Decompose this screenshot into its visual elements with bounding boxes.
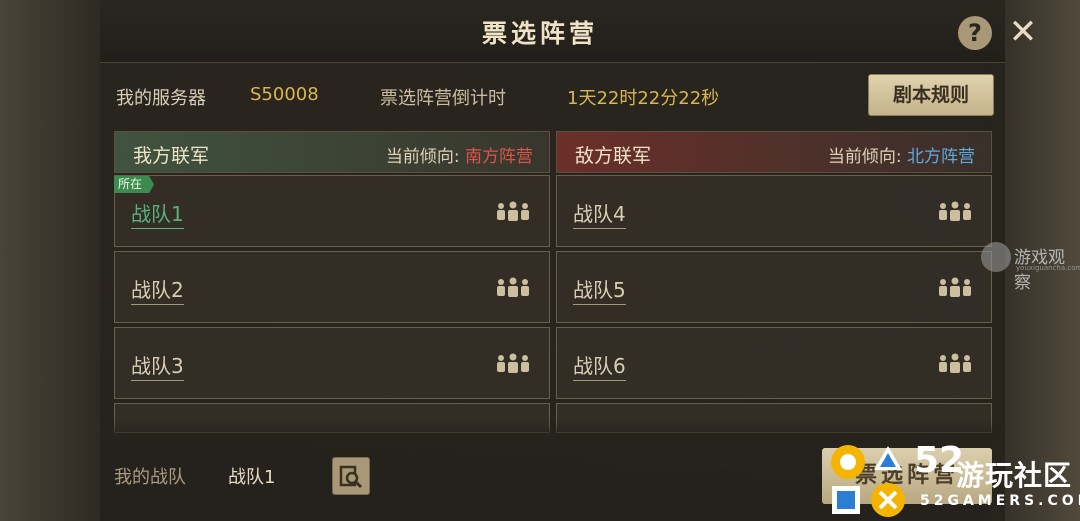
ally-lean-value: 南方阵营	[465, 147, 533, 167]
ally-lean-label: 当前倾向:	[385, 147, 460, 167]
dialog-title: 票选阵营	[481, 19, 598, 48]
countdown-value: 1天22时22分22秒	[567, 88, 720, 109]
team-name[interactable]: 战队2	[131, 274, 184, 305]
team-cell[interactable]: 战队2	[114, 251, 550, 323]
current-team-tag: 所在	[114, 176, 155, 193]
team-cell[interactable]: 战队6	[556, 327, 992, 399]
team-name[interactable]: 战队6	[573, 350, 626, 381]
enemy-lean-label: 当前倾向:	[827, 147, 902, 167]
background-left-edge	[0, 0, 100, 521]
enemy-column-title: 敌方联军	[575, 145, 652, 167]
people-group-icon[interactable]	[495, 352, 531, 374]
ally-lean: 当前倾向: 南方阵营	[386, 142, 533, 167]
team-cell[interactable]: 战队5	[556, 251, 992, 323]
help-button[interactable]: ?	[958, 16, 992, 50]
people-group-icon[interactable]	[937, 200, 973, 222]
logo-chinese-name: 游玩社区	[956, 459, 1073, 492]
magnifier-icon	[339, 465, 363, 489]
people-group-icon[interactable]	[495, 276, 531, 298]
ally-column-header: 我方联军 当前倾向: 南方阵营	[114, 131, 550, 173]
rules-button[interactable]: 剧本规则	[868, 74, 994, 116]
logo-english-name: 52GAMERS.COM	[920, 493, 1080, 509]
my-team-value: 战队1	[228, 467, 276, 488]
team-name[interactable]: 战队5	[573, 274, 626, 305]
enemy-lean: 当前倾向: 北方阵营	[828, 142, 975, 167]
countdown-label: 票选阵营倒计时	[380, 88, 506, 109]
watermark-bubble-icon	[981, 242, 1011, 272]
team-cell[interactable]: 战队4	[556, 175, 992, 247]
my-team-label: 我的战队	[114, 467, 186, 488]
enemy-column-header: 敌方联军 当前倾向: 北方阵营	[556, 131, 992, 173]
server-value: S50008	[250, 84, 319, 105]
gamepad-logo-icon	[831, 445, 905, 517]
people-group-icon[interactable]	[937, 352, 973, 374]
close-button[interactable]: ✕	[1006, 15, 1040, 49]
watermark-site-url: youxiguancha.com	[1016, 264, 1080, 272]
server-label: 我的服务器	[116, 88, 206, 109]
team-name[interactable]: 战队1	[131, 198, 184, 229]
team-name[interactable]: 战队3	[131, 350, 184, 381]
ally-column-title: 我方联军	[133, 145, 210, 167]
locate-team-button[interactable]	[332, 457, 370, 495]
people-group-icon[interactable]	[937, 276, 973, 298]
people-group-icon[interactable]	[495, 200, 531, 222]
team-cell[interactable]: 战队3	[114, 327, 550, 399]
team-name[interactable]: 战队4	[573, 198, 626, 229]
enemy-lean-value: 北方阵营	[907, 147, 975, 167]
team-cell[interactable]: 战队1	[114, 175, 550, 247]
list-fade	[100, 420, 1005, 440]
